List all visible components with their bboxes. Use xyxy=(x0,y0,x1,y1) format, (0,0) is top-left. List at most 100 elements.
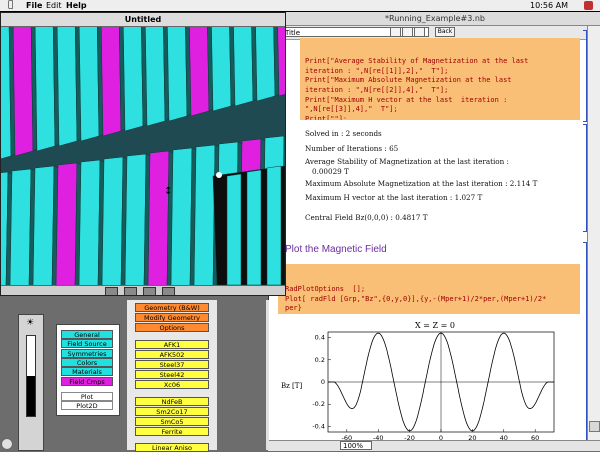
back-button[interactable]: Back xyxy=(435,27,455,37)
material-ndfeb[interactable]: NdFeB xyxy=(135,397,209,406)
y-tick-label: 0 xyxy=(321,378,325,386)
size-button-3[interactable] xyxy=(414,27,425,37)
colors-button[interactable]: Colors xyxy=(61,358,113,367)
output-avg: Average Stability of Magnetization at th… xyxy=(305,157,509,166)
general-button[interactable]: General xyxy=(61,330,113,339)
magnet-block xyxy=(57,26,77,146)
code-line: per} xyxy=(285,304,580,314)
menu-bar:  File Edit Help 10:56 AM xyxy=(0,0,600,12)
geometry-bw-button[interactable]: Geometry (B&W) xyxy=(135,303,209,312)
magnet-block xyxy=(148,151,169,285)
output-solved: Solved in : 2 seconds xyxy=(305,129,382,138)
options-button[interactable]: Options xyxy=(135,323,209,332)
window-edge xyxy=(266,300,269,450)
plot-ylabel: Bz [T] xyxy=(281,382,302,390)
y-tick-label: 0.2 xyxy=(315,356,325,364)
magnet-block xyxy=(56,163,77,285)
trash-icon[interactable] xyxy=(124,287,137,296)
magnet-block xyxy=(233,26,253,106)
modify-geometry-button[interactable]: Modify Geometry xyxy=(135,313,209,322)
notebook-vertical-scrollbar[interactable] xyxy=(587,26,600,440)
y-tick-label: -0.2 xyxy=(312,400,325,408)
magnet-block xyxy=(79,26,99,141)
notebook-title[interactable]: *Running_Example#3.nb xyxy=(269,12,600,26)
mathematica-icon[interactable] xyxy=(584,1,593,10)
code-line: Print["Maximum H vector at the last iter… xyxy=(305,96,580,106)
y-tick-label: -0.4 xyxy=(312,422,325,430)
magnet-block xyxy=(194,145,215,285)
move-cursor-icon: ↕ xyxy=(164,186,172,197)
origin-marker xyxy=(216,172,222,178)
material-afk502[interactable]: AFK502 xyxy=(135,350,209,359)
plot2d-button[interactable]: Plot2D xyxy=(61,401,113,410)
scroll-thumb[interactable] xyxy=(589,421,600,432)
light-control: ☀ xyxy=(18,314,44,451)
magnet-array-3d-view[interactable]: ↕ xyxy=(1,26,285,285)
plot-button[interactable]: Plot xyxy=(61,392,113,401)
field-cmps-button[interactable]: Field Cmps xyxy=(61,377,113,386)
magnet-block xyxy=(189,26,209,116)
material-ferrite[interactable]: Ferrite xyxy=(135,427,209,436)
input-cell-1[interactable]: Print["Average Stability of Magnetizatio… xyxy=(300,38,580,120)
input-cell-2[interactable]: RadPlotOptions [];Plot[ radFld [Grp,"Bz"… xyxy=(278,264,580,314)
material-afk1[interactable]: AFK1 xyxy=(135,340,209,349)
cube-icon[interactable] xyxy=(143,287,156,296)
magnet-block xyxy=(267,166,281,285)
materials-button[interactable]: Materials xyxy=(61,367,113,376)
code-line: Print[""]; xyxy=(305,115,580,120)
material-linear-aniso[interactable]: Linear Aniso xyxy=(135,443,209,452)
zoom-selector[interactable]: 100% xyxy=(340,441,372,450)
plot-title: X = Z = 0 xyxy=(415,321,455,330)
magnet-block xyxy=(102,157,123,285)
geometry-3d-window[interactable]: ↕ Untitled xyxy=(0,12,286,296)
magnet-block xyxy=(13,26,33,156)
output-avg-value: 0.00029 T xyxy=(312,167,349,176)
menu-help[interactable]: Help xyxy=(66,0,87,11)
magnet-block xyxy=(33,166,54,285)
menu-edit[interactable]: Edit xyxy=(46,0,62,11)
material-steel37[interactable]: Steel37 xyxy=(135,360,209,369)
magnet-block xyxy=(10,169,31,285)
output-central: Central Field Bz(0,0,0) : 0.4817 T xyxy=(305,213,427,222)
magnet-block xyxy=(79,160,100,285)
magnet-block xyxy=(145,26,165,126)
magnet-block xyxy=(227,174,241,285)
disk-icon[interactable] xyxy=(1,438,13,450)
cylinder-icon[interactable] xyxy=(162,287,175,296)
notebook-horizontal-scrollbar[interactable]: 100% xyxy=(268,440,600,451)
code-line: Print["Maximum Absolute Magnetization at… xyxy=(305,76,580,86)
material-sm2co17[interactable]: Sm2Co17 xyxy=(135,407,209,416)
bz-plot: X = Z = 0 Bz [T] -60-40-200204060-0.4-0.… xyxy=(278,318,584,448)
magnet-block xyxy=(247,170,261,285)
code-line: Plot[ radFld [Grp,"Bz",{0,y,0}],{y,-(Mpe… xyxy=(285,295,580,305)
output-maxh: Maximum H vector at the last iteration :… xyxy=(305,193,482,202)
code-line: iteration : ",N[re[[1]],2]," T"]; xyxy=(305,67,580,77)
geometry-window-title[interactable]: Untitled xyxy=(1,13,285,27)
size-button-2[interactable] xyxy=(402,27,413,37)
code-line: RadPlotOptions []; xyxy=(285,285,580,295)
code-line: Print["Average Stability of Magnetizatio… xyxy=(305,57,580,67)
material-xc06[interactable]: Xc06 xyxy=(135,380,209,389)
material-smco5[interactable]: SmCo5 xyxy=(135,417,209,426)
y-tick-label: 0.4 xyxy=(315,334,325,342)
output-iterations: Number of Iterations : 65 xyxy=(305,144,398,153)
menu-file[interactable]: File xyxy=(26,0,42,11)
apple-icon[interactable]:  xyxy=(8,0,13,11)
magnet-block xyxy=(101,26,121,136)
clock: 10:56 AM xyxy=(530,0,568,11)
output-maxmag: Maximum Absolute Magnetization at the la… xyxy=(305,179,537,188)
magnet-block xyxy=(123,26,143,131)
magnet-block xyxy=(171,148,192,285)
sun-icon: ☀ xyxy=(26,318,34,328)
code-line: iteration : ",N[re[[2]],4]," T"]; xyxy=(305,86,580,96)
size-button-1[interactable] xyxy=(390,27,401,37)
field-source-button[interactable]: Field Source xyxy=(61,339,113,348)
symmetries-button[interactable]: Symmetries xyxy=(61,349,113,358)
material-steel42[interactable]: Steel42 xyxy=(135,370,209,379)
light-slider[interactable] xyxy=(26,335,36,417)
section-heading[interactable]: Plot the Magnetic Field xyxy=(285,244,387,255)
code-line: ",N[re[[3]],4]," T"]; xyxy=(305,105,580,115)
magnet-block xyxy=(125,154,146,285)
view-toolbar xyxy=(1,285,285,296)
camera-icon[interactable] xyxy=(105,287,118,296)
